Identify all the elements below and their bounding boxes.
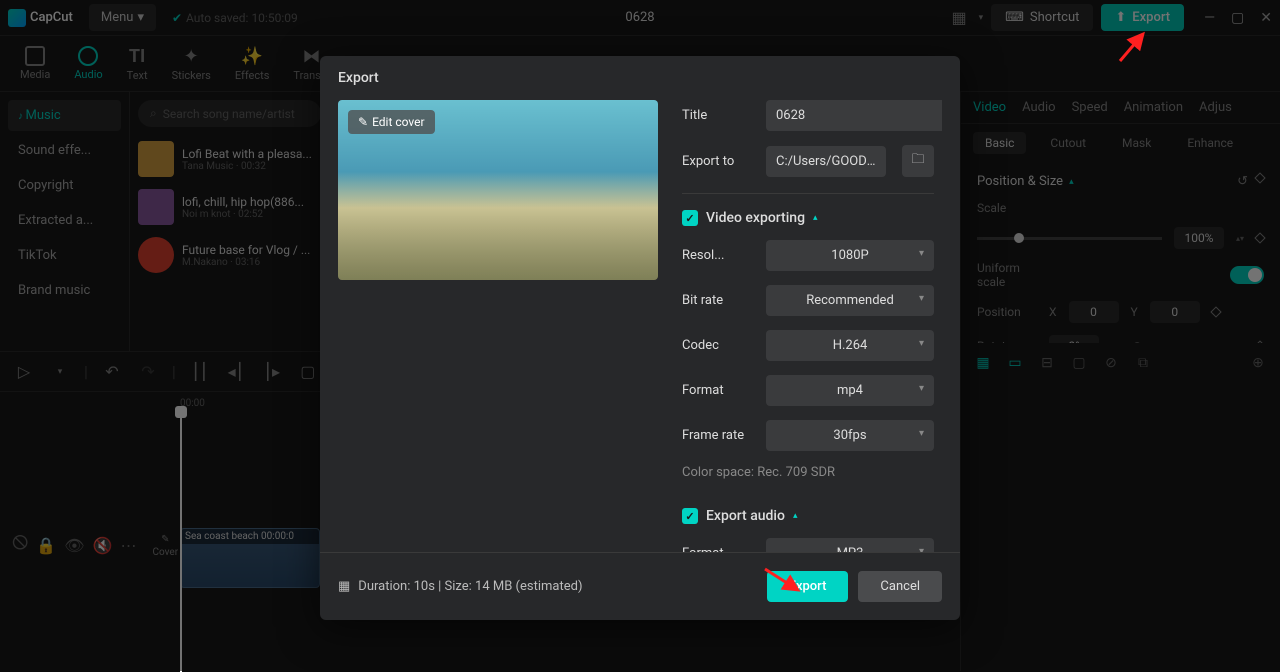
collapse-icon[interactable]: ▴ bbox=[813, 213, 818, 223]
bitrate-select[interactable]: Recommended bbox=[766, 285, 934, 316]
check-icon[interactable]: ✓ bbox=[682, 508, 698, 524]
pencil-icon: ✎ bbox=[358, 115, 368, 129]
export-path: C:/Users/GOOD WILL ... bbox=[766, 146, 886, 177]
modal-title: Export bbox=[320, 56, 960, 100]
folder-icon: 🗀 bbox=[911, 150, 924, 172]
export-confirm-button[interactable]: Export bbox=[767, 571, 849, 602]
export-to-label: Export to bbox=[682, 154, 750, 169]
video-section-title: Video exporting bbox=[706, 210, 805, 226]
title-label: Title bbox=[682, 108, 750, 123]
framerate-select[interactable]: 30fps bbox=[766, 420, 934, 451]
codec-label: Codec bbox=[682, 338, 750, 353]
browse-folder-button[interactable]: 🗀 bbox=[902, 145, 934, 177]
audio-format-select[interactable]: MP3 bbox=[766, 538, 934, 552]
colorspace-note: Color space: Rec. 709 SDR bbox=[682, 465, 934, 480]
title-input[interactable] bbox=[766, 100, 942, 131]
resolution-select[interactable]: 1080P bbox=[766, 240, 934, 271]
cancel-button[interactable]: Cancel bbox=[858, 571, 942, 602]
audio-section-title: Export audio bbox=[706, 508, 785, 524]
check-icon[interactable]: ✓ bbox=[682, 210, 698, 226]
collapse-icon[interactable]: ▴ bbox=[793, 511, 798, 521]
resolution-label: Resol... bbox=[682, 248, 750, 263]
bitrate-label: Bit rate bbox=[682, 293, 750, 308]
format-label: Format bbox=[682, 383, 750, 398]
framerate-label: Frame rate bbox=[682, 428, 750, 443]
export-modal: Export ✎ Edit cover Title Export to C:/U… bbox=[320, 56, 960, 620]
format-select[interactable]: mp4 bbox=[766, 375, 934, 406]
edit-cover-button[interactable]: ✎ Edit cover bbox=[348, 110, 435, 134]
export-info: ▦ Duration: 10s | Size: 14 MB (estimated… bbox=[338, 579, 583, 594]
codec-select[interactable]: H.264 bbox=[766, 330, 934, 361]
film-icon: ▦ bbox=[338, 579, 350, 594]
cover-preview: ✎ Edit cover bbox=[338, 100, 658, 280]
